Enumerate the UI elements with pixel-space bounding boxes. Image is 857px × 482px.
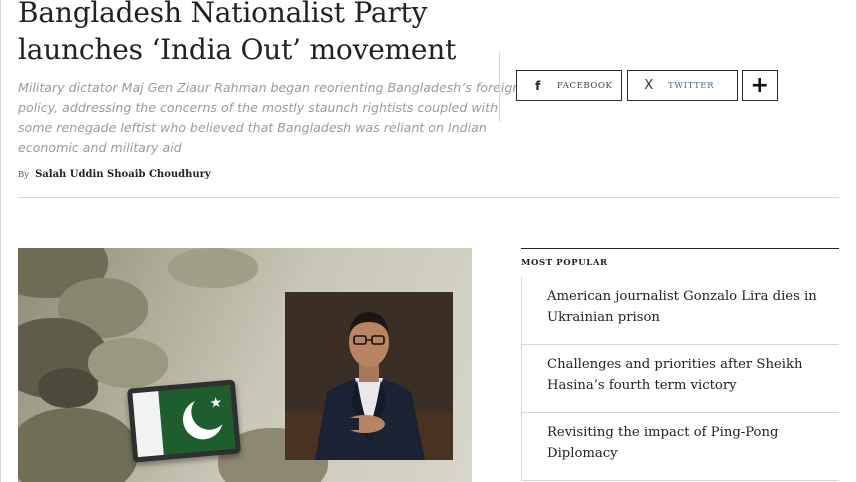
subhead-line: economic and military aid bbox=[18, 140, 182, 155]
author-link[interactable]: Salah Uddin Shoaib Choudhury bbox=[35, 169, 211, 180]
header-divider bbox=[499, 52, 500, 122]
item-title-line: Hasina’s fourth term victory bbox=[547, 378, 737, 393]
x-twitter-icon: X bbox=[644, 78, 654, 93]
hero-image: ★ bbox=[18, 248, 472, 482]
most-popular-list: American journalist Gonzalo Lira dies in… bbox=[521, 277, 839, 481]
article-subhead: Military dictator Maj Gen Ziaur Rahman b… bbox=[18, 78, 521, 158]
most-popular-heading: MOST POPULAR bbox=[521, 258, 608, 268]
subhead-line: some renegade leftist who believed that … bbox=[18, 120, 487, 135]
camo-shape bbox=[18, 408, 138, 482]
subhead-line: Military dictator Maj Gen Ziaur Rahman b… bbox=[18, 80, 521, 95]
star-icon: ★ bbox=[208, 394, 223, 412]
byline-prefix: By bbox=[18, 170, 30, 180]
share-facebook-label: FACEBOOK bbox=[557, 80, 613, 91]
most-popular-item[interactable]: Revisiting the impact of Ping-Pong Diplo… bbox=[521, 413, 839, 481]
article-headline: Bangladesh Nationalist Party launches ‘I… bbox=[18, 0, 488, 68]
most-popular-rule bbox=[521, 248, 839, 249]
headline-line-2: launches ‘India Out’ movement bbox=[18, 33, 457, 66]
most-popular-item[interactable]: Challenges and priorities after Sheikh H… bbox=[521, 345, 839, 413]
camo-shape bbox=[88, 338, 168, 388]
facebook-icon: f bbox=[535, 78, 541, 93]
item-title-line: Revisiting the impact of Ping-Pong bbox=[547, 425, 779, 440]
item-title-line: Diplomacy bbox=[547, 446, 618, 461]
header-rule bbox=[18, 197, 839, 198]
headline-line-1: Bangladesh Nationalist Party bbox=[18, 0, 428, 29]
plus-icon: + bbox=[750, 73, 770, 98]
share-facebook-button[interactable]: f FACEBOOK bbox=[516, 70, 622, 101]
share-twitter-button[interactable]: X TWITTER bbox=[627, 70, 738, 101]
item-title-line: American journalist Gonzalo Lira dies in bbox=[547, 289, 817, 304]
share-more-button[interactable]: + bbox=[742, 70, 778, 101]
share-twitter-label: TWITTER bbox=[668, 80, 715, 91]
item-title-line: Ukrainian prison bbox=[547, 310, 660, 325]
portrait-illustration bbox=[285, 292, 453, 460]
most-popular-item[interactable]: American journalist Gonzalo Lira dies in… bbox=[521, 277, 839, 345]
subhead-line: policy, addressing the concerns of the m… bbox=[18, 100, 499, 115]
flag-green-field: ★ bbox=[158, 384, 236, 455]
camo-shape bbox=[168, 248, 258, 288]
pakistan-flag-patch: ★ bbox=[126, 379, 242, 463]
item-title-line: Challenges and priorities after Sheikh bbox=[547, 357, 803, 372]
camo-shape bbox=[38, 368, 98, 408]
portrait-photo bbox=[285, 292, 453, 460]
byline: By Salah Uddin Shoaib Choudhury bbox=[18, 169, 211, 180]
